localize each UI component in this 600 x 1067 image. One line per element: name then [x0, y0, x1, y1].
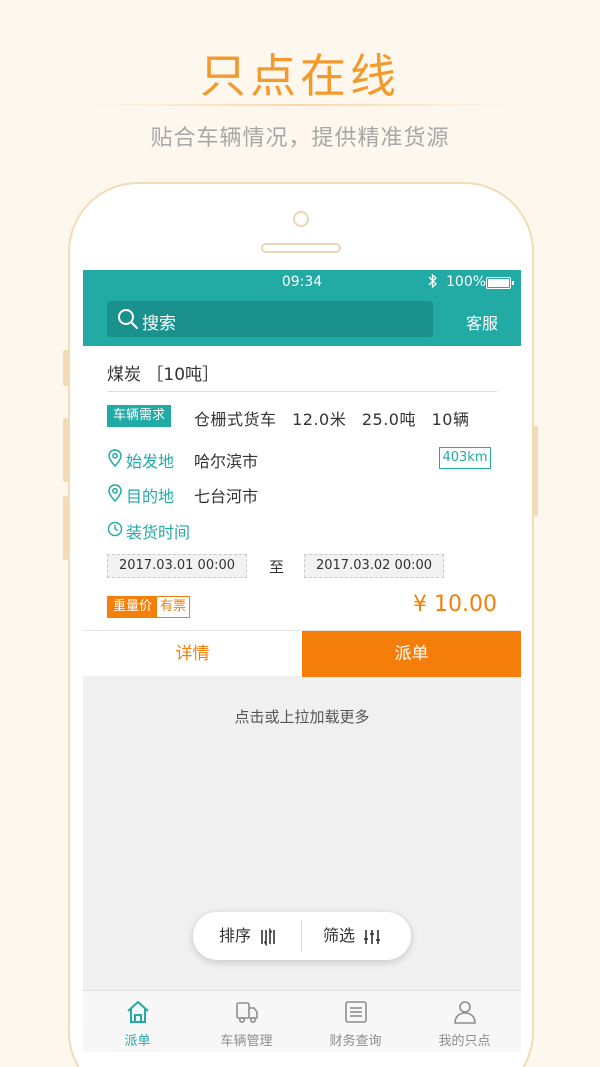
sort-button[interactable]: 排序 [219, 912, 251, 960]
bluetooth-icon [428, 273, 438, 293]
search-placeholder: 搜索 [142, 314, 176, 334]
origin-label: 始发地 [126, 452, 175, 471]
price-type-tag: 重量价 有票 [107, 596, 191, 618]
date-from: 2017.03.01 00:00 [107, 554, 247, 578]
origin-value: 哈尔滨市 [194, 452, 259, 471]
battery-icon [486, 277, 511, 289]
phone-speaker [261, 243, 341, 253]
destination-value: 七台河市 [194, 487, 259, 506]
distance-badge: 403km [439, 447, 491, 469]
clock-icon [107, 521, 123, 537]
invoice-tag: 有票 [160, 599, 187, 614]
battery-tip [512, 281, 514, 285]
sort-icon [261, 928, 275, 946]
dispatch-button[interactable]: 派单 [302, 631, 521, 677]
search-icon [118, 309, 138, 329]
load-more-link[interactable]: 点击或上拉加载更多 [83, 706, 521, 727]
vehicle-type: 仓栅式货车 [194, 410, 277, 429]
tab-label: 财务查询 [329, 1034, 382, 1049]
destination-label: 目的地 [126, 487, 175, 506]
promo-subtitle: 贴合车辆情况，提供精准货源 [150, 126, 450, 151]
home-icon [127, 1001, 149, 1023]
loading-time-label: 装货时间 [126, 523, 191, 542]
tab-profile[interactable]: 我的只点 [410, 991, 519, 1052]
vehicle-count: 10辆 [431, 410, 470, 429]
customer-service-link[interactable]: 客服 [466, 310, 498, 334]
price-type: 重量价 [108, 597, 158, 617]
tab-label: 车辆管理 [220, 1034, 273, 1049]
phone-side-button [63, 350, 68, 386]
promo-title: 只点在线 [200, 49, 400, 103]
vehicle-requirements: 仓栅式货车 12.0米 25.0吨 10辆 [194, 406, 479, 430]
card-actions: 详情 派单 [83, 630, 521, 677]
tab-finance[interactable]: 财务查询 [301, 991, 410, 1052]
tab-vehicle-management[interactable]: 车辆管理 [192, 991, 301, 1052]
cargo-card[interactable]: 煤炭 ［10吨］ 车辆需求 仓栅式货车 12.0米 25.0吨 10辆 始发地 … [83, 346, 521, 677]
date-separator: 至 [269, 558, 285, 576]
requirement-badge: 车辆需求 [107, 405, 172, 427]
truck-icon [236, 1002, 258, 1023]
vehicle-weight: 25.0吨 [361, 410, 416, 429]
filter-button[interactable]: 筛选 [323, 912, 355, 960]
list-icon [345, 1001, 367, 1023]
price-value: ¥ 10.00 [413, 592, 497, 617]
tab-bar: 派单 车辆管理 财务查询 我的只点 [83, 990, 521, 1052]
search-input[interactable]: 搜索 [107, 301, 433, 337]
phone-camera [293, 211, 309, 227]
filter-icon [364, 930, 380, 944]
battery-percent: 100% [446, 274, 487, 290]
vehicle-length: 12.0米 [292, 410, 347, 429]
tab-label: 我的只点 [438, 1034, 491, 1049]
sort-label: 排序 [219, 926, 252, 945]
cargo-title: 煤炭 ［10吨］ [107, 365, 220, 385]
location-pin-icon [108, 484, 122, 502]
filter-label: 筛选 [323, 926, 356, 945]
status-bar: 09:34 100% [83, 270, 521, 296]
tab-label: 派单 [124, 1034, 151, 1049]
phone-side-button [533, 426, 538, 516]
phone-side-button [63, 418, 68, 482]
detail-button[interactable]: 详情 [83, 631, 302, 677]
tab-dispatch[interactable]: 派单 [83, 991, 192, 1052]
pill-separator [301, 920, 302, 952]
user-icon [454, 1001, 476, 1024]
sort-filter-bar: 排序 筛选 [193, 912, 411, 960]
location-pin-icon [108, 449, 122, 467]
app-screen: 09:34 100% 搜索 客服 煤炭 ［10吨］ 车辆需求 仓栅式货车 12.… [83, 270, 521, 1052]
promo-divider [90, 104, 510, 106]
card-divider [107, 391, 497, 392]
date-to: 2017.03.02 00:00 [304, 554, 444, 578]
phone-side-button [63, 496, 68, 560]
nav-bar: 搜索 客服 [83, 296, 521, 346]
